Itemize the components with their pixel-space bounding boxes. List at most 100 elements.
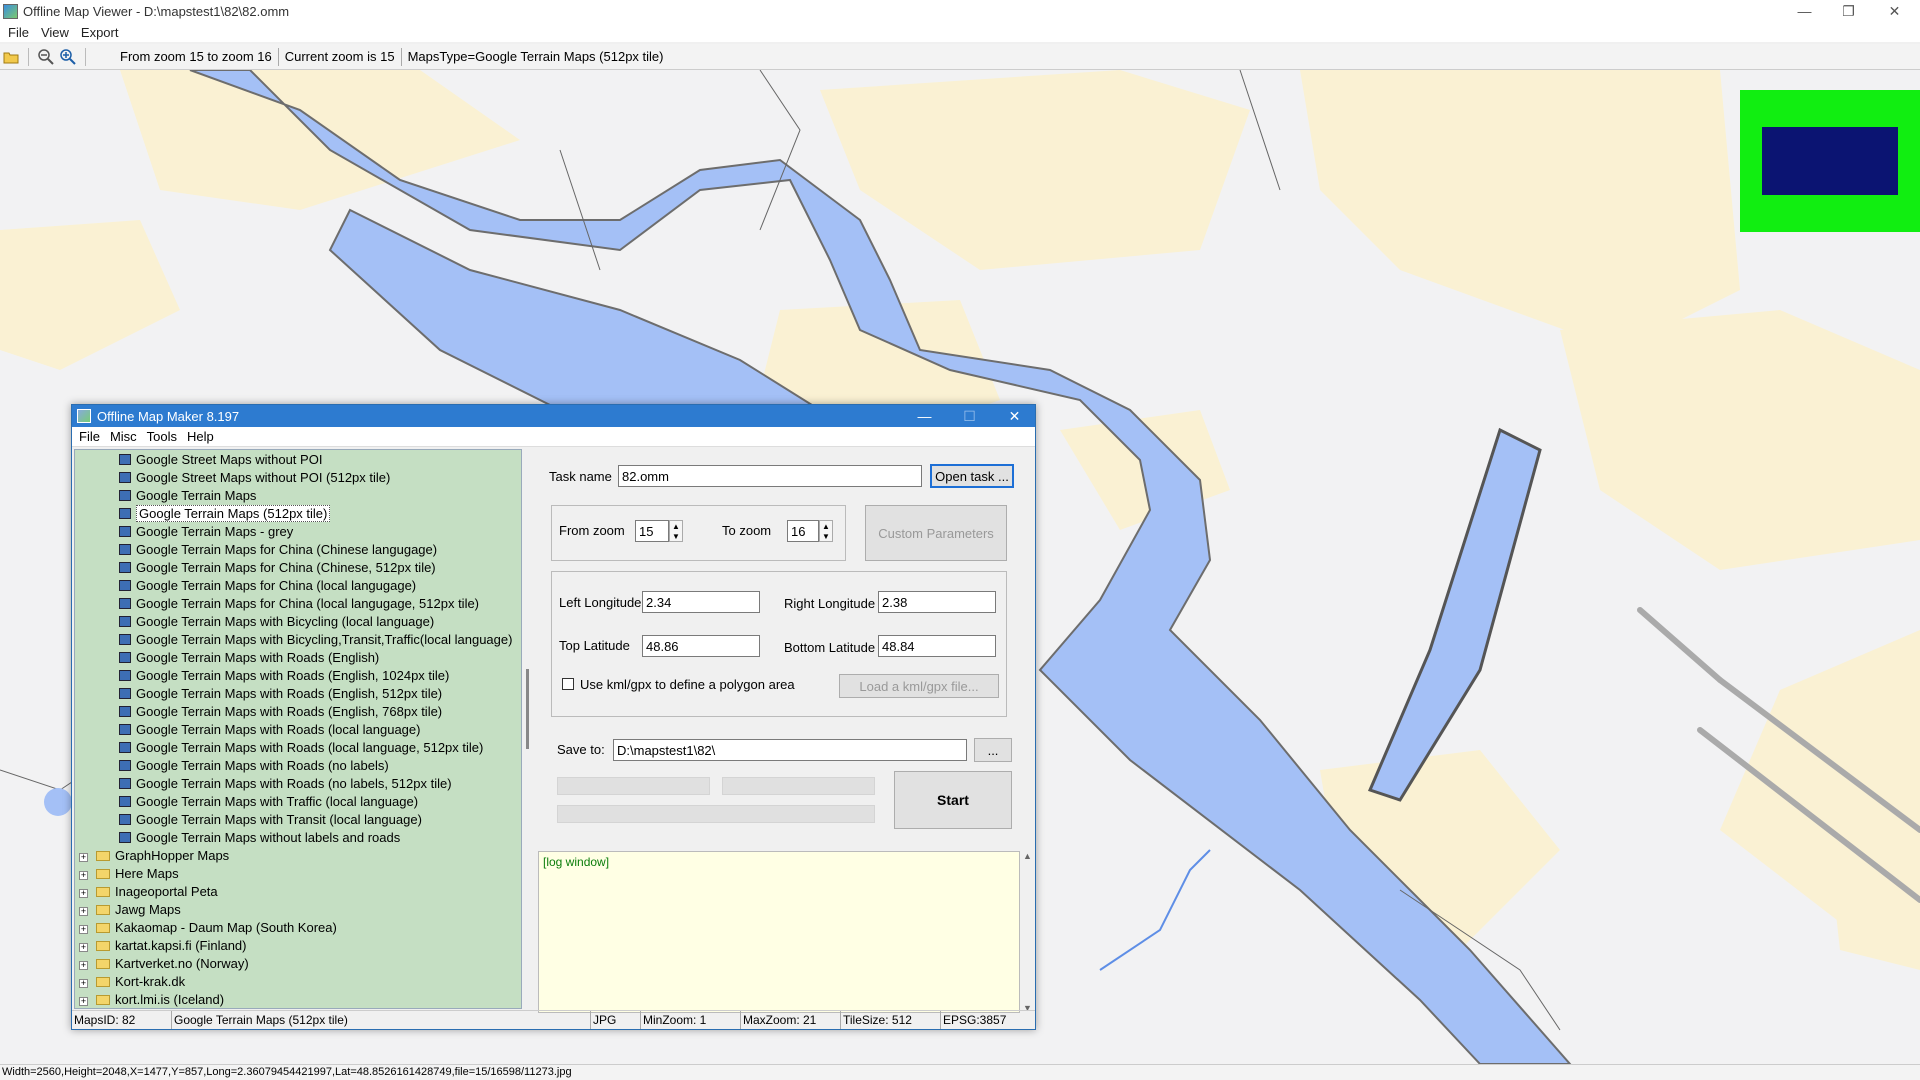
left-longitude-input[interactable] xyxy=(642,591,760,613)
menu-file[interactable]: File xyxy=(8,25,29,40)
tree-map-item[interactable]: Google Terrain Maps for China (Chinese, … xyxy=(75,559,521,577)
main-menubar: File View Export xyxy=(0,22,1920,42)
tree-folder-item[interactable]: + GraphHopper Maps xyxy=(75,847,521,865)
top-latitude-input[interactable] xyxy=(642,635,760,657)
tree-folder-item[interactable]: + Inageoportal Peta xyxy=(75,883,521,901)
app-icon xyxy=(3,3,18,19)
log-window[interactable]: [log window] xyxy=(538,851,1020,1013)
start-button[interactable]: Start xyxy=(894,771,1012,829)
tree-scroll-thumb[interactable] xyxy=(526,669,529,749)
tree-map-item[interactable]: Google Terrain Maps xyxy=(75,487,521,505)
tree-map-item[interactable]: Google Terrain Maps (512px tile) xyxy=(75,505,521,523)
tree-map-item[interactable]: Google Terrain Maps with Bicycling (loca… xyxy=(75,613,521,631)
to-zoom-stepper[interactable]: ▲ ▼ xyxy=(819,520,833,542)
expand-icon[interactable]: + xyxy=(79,997,88,1006)
maps-id-status: MapsID: 82 xyxy=(72,1011,172,1029)
tree-map-item[interactable]: Google Street Maps without POI (512px ti… xyxy=(75,469,521,487)
expand-icon[interactable]: + xyxy=(79,961,88,970)
dialog-menu-tools[interactable]: Tools xyxy=(147,429,177,444)
tree-map-item[interactable]: Google Street Maps without POI xyxy=(75,451,521,469)
tree-map-item[interactable]: Google Terrain Maps for China (local lan… xyxy=(75,595,521,613)
tree-map-item[interactable]: Google Terrain Maps with Roads (English,… xyxy=(75,685,521,703)
task-name-input[interactable] xyxy=(618,465,922,487)
dialog-maximize-button: ☐ xyxy=(963,407,976,424)
tree-item-label: Google Terrain Maps without labels and r… xyxy=(136,830,401,845)
right-longitude-input[interactable] xyxy=(878,591,996,613)
tree-map-item[interactable]: Google Terrain Maps with Roads (English,… xyxy=(75,703,521,721)
map-name-status: Google Terrain Maps (512px tile) xyxy=(172,1011,591,1029)
expand-icon[interactable]: + xyxy=(79,871,88,880)
expand-icon[interactable]: + xyxy=(79,853,88,862)
tree-map-item[interactable]: Google Terrain Maps for China (local lan… xyxy=(75,577,521,595)
tree-map-item[interactable]: Google Terrain Maps for China (Chinese l… xyxy=(75,541,521,559)
expand-icon[interactable]: + xyxy=(79,889,88,898)
dialog-menu-misc[interactable]: Misc xyxy=(110,429,137,444)
minimize-button[interactable]: — xyxy=(1782,0,1827,22)
menu-view[interactable]: View xyxy=(41,25,69,40)
progress-bar-1 xyxy=(557,777,710,795)
tree-folder-item[interactable]: + Kartverket.no (Norway) xyxy=(75,955,521,973)
tile-size-status: TileSize: 512 xyxy=(841,1011,941,1029)
dialog-close-button[interactable]: ✕ xyxy=(992,405,1037,427)
zoom-out-icon[interactable] xyxy=(35,46,57,68)
progress-bar-2 xyxy=(722,777,875,795)
load-kml-button[interactable]: Load a kml/gpx file... xyxy=(839,674,999,698)
tree-item-label: Google Terrain Maps with Roads (no label… xyxy=(136,776,452,791)
maps-tree[interactable]: Google Street Maps without POI Google Str… xyxy=(74,449,522,1009)
tree-folder-item[interactable]: + kartat.kapsi.fi (Finland) xyxy=(75,937,521,955)
main-statusbar: Width=2560,Height=2048,X=1477,Y=857,Long… xyxy=(0,1064,1920,1080)
tree-folder-item[interactable]: + Here Maps xyxy=(75,865,521,883)
custom-parameters-button[interactable]: Custom Parameters xyxy=(865,505,1007,561)
tree-folder-item[interactable]: + Jawg Maps xyxy=(75,901,521,919)
tree-map-item[interactable]: Google Terrain Maps with Roads (English) xyxy=(75,649,521,667)
dialog-minimize-button[interactable]: — xyxy=(902,405,947,427)
tree-map-item[interactable]: Google Terrain Maps without labels and r… xyxy=(75,829,521,847)
map-icon xyxy=(119,472,131,483)
expand-icon[interactable]: + xyxy=(79,943,88,952)
tree-item-label: Google Street Maps without POI (512px ti… xyxy=(136,470,391,485)
window-title: Offline Map Viewer - D:\mapstest1\82\82.… xyxy=(23,3,290,19)
menu-export[interactable]: Export xyxy=(81,25,119,40)
minimap-viewport[interactable] xyxy=(1762,127,1898,195)
minimap[interactable] xyxy=(1740,90,1920,232)
expand-icon[interactable]: + xyxy=(79,907,88,916)
zoom-in-icon[interactable] xyxy=(57,46,79,68)
tree-folder-item[interactable]: + Kakaomap - Daum Map (South Korea) xyxy=(75,919,521,937)
dialog-titlebar[interactable]: Offline Map Maker 8.197 — ☐ ✕ xyxy=(72,405,1035,427)
save-to-input[interactable] xyxy=(613,739,967,761)
tree-map-item[interactable]: Google Terrain Maps with Roads (no label… xyxy=(75,757,521,775)
from-zoom-input[interactable] xyxy=(635,520,669,542)
close-button[interactable]: ✕ xyxy=(1872,0,1917,22)
tree-item-label: Google Terrain Maps - grey xyxy=(136,524,294,539)
tree-folder-item[interactable]: + Kort-krak.dk xyxy=(75,973,521,991)
expand-icon[interactable]: + xyxy=(79,979,88,988)
open-task-button[interactable]: Open task ... xyxy=(930,464,1014,488)
open-folder-icon[interactable] xyxy=(0,46,22,68)
tree-map-item[interactable]: Google Terrain Maps with Roads (no label… xyxy=(75,775,521,793)
from-zoom-label: From zoom xyxy=(559,523,625,538)
map-icon xyxy=(119,706,131,717)
tree-map-item[interactable]: Google Terrain Maps with Bicycling,Trans… xyxy=(75,631,521,649)
dialog-menu-help[interactable]: Help xyxy=(187,429,214,444)
folder-icon xyxy=(96,959,110,969)
from-zoom-stepper[interactable]: ▲ ▼ xyxy=(669,520,683,542)
tree-folder-label: Kakaomap - Daum Map (South Korea) xyxy=(115,920,337,935)
tree-map-item[interactable]: Google Terrain Maps with Roads (local la… xyxy=(75,739,521,757)
tree-map-item[interactable]: Google Terrain Maps with Roads (English,… xyxy=(75,667,521,685)
progress-bar-total xyxy=(557,805,875,823)
tree-map-item[interactable]: Google Terrain Maps with Traffic (local … xyxy=(75,793,521,811)
expand-icon[interactable]: + xyxy=(79,925,88,934)
restore-button[interactable]: ❐ xyxy=(1826,0,1871,22)
to-zoom-input[interactable] xyxy=(787,520,819,542)
scroll-up-icon[interactable]: ▲ xyxy=(1020,851,1035,861)
tree-map-item[interactable]: Google Terrain Maps with Roads (local la… xyxy=(75,721,521,739)
tree-scrollbar[interactable] xyxy=(522,449,537,1009)
browse-button[interactable]: ... xyxy=(974,738,1012,762)
tree-map-item[interactable]: Google Terrain Maps - grey xyxy=(75,523,521,541)
dialog-menu-file[interactable]: File xyxy=(79,429,100,444)
bottom-latitude-input[interactable] xyxy=(878,635,996,657)
kml-checkbox[interactable] xyxy=(562,678,574,690)
tree-map-item[interactable]: Google Terrain Maps with Transit (local … xyxy=(75,811,521,829)
tree-folder-item[interactable]: + kort.lmi.is (Iceland) xyxy=(75,991,521,1008)
log-scrollbar[interactable]: ▲ ▼ xyxy=(1020,851,1035,1013)
